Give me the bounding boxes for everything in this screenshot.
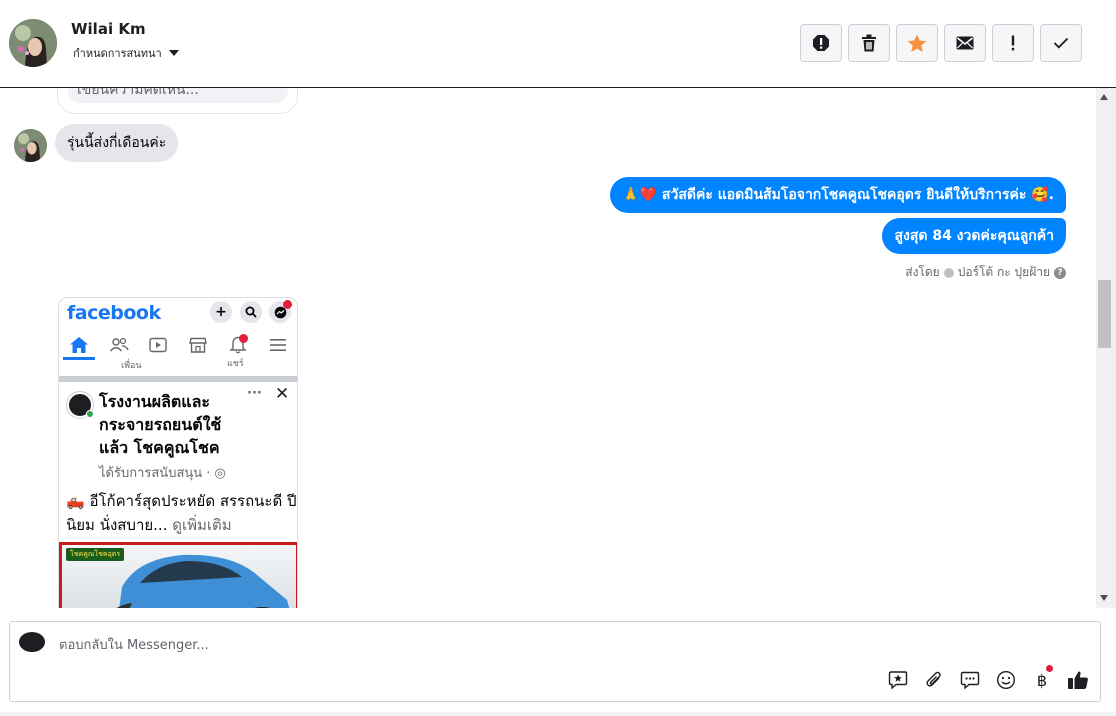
help-icon[interactable]: ? [1054, 266, 1066, 279]
emoji-button[interactable] [994, 668, 1018, 692]
scroll-up-arrow-icon[interactable] [1100, 94, 1108, 100]
check-icon [1053, 37, 1069, 49]
car-photo: โชคคูณโชคอุดร [59, 542, 297, 608]
search-icon [240, 301, 262, 323]
feed-divider [59, 376, 297, 382]
notification-badge [239, 334, 248, 343]
see-more-link: ดูเพิ่มเติม [172, 516, 232, 534]
home-icon [70, 337, 88, 353]
active-tab-indicator [63, 357, 95, 360]
thumbs-up-icon [1068, 671, 1088, 689]
exclamation-icon [1011, 35, 1015, 51]
facebook-nav-bar [59, 332, 297, 360]
marketplace-icon [189, 337, 207, 353]
post-page-name: โรงงานผลิตและกระจายรถยนต์ใช้แล้ว โชคคูณโ… [99, 392, 222, 457]
cut-nav-label: เพื่อน [121, 361, 142, 371]
reply-composer: ฿ [9, 621, 1101, 702]
outgoing-message[interactable]: สูงสุด 84 งวดค่ะคุณลูกค้า [882, 218, 1066, 254]
video-icon [149, 337, 167, 353]
quick-reply-button[interactable] [958, 668, 982, 692]
scroll-thumb[interactable] [1098, 280, 1111, 348]
sponsored-label: ได้รับการสนับสนุน · ◎ [99, 466, 226, 481]
payment-button[interactable]: ฿ [1030, 665, 1054, 692]
send-like-button[interactable] [1066, 668, 1090, 692]
conversation-header: Wilai Km กำหนดการสนทนา [0, 0, 1116, 88]
contact-avatar[interactable] [9, 19, 57, 67]
contact-name[interactable]: Wilai Km [71, 20, 146, 38]
star-button[interactable] [896, 24, 938, 62]
cut-nav-label: แชร์ [227, 359, 244, 369]
paperclip-icon [926, 671, 941, 687]
incoming-message[interactable]: รุ่นนี้ส่งกี่เดือนค่ะ [55, 124, 179, 162]
assign-conversation-dropdown[interactable]: กำหนดการสนทนา [73, 44, 179, 62]
follow-up-button[interactable] [992, 24, 1034, 62]
mail-icon [956, 36, 974, 50]
comment-input[interactable]: เขียนความคิดเห็น... [68, 88, 288, 103]
saved-replies-button[interactable] [886, 668, 910, 692]
menu-icon [270, 339, 286, 351]
assign-label: กำหนดการสนทนา [73, 47, 162, 60]
smiley-icon [996, 670, 1016, 690]
scroll-down-arrow-icon[interactable] [1100, 595, 1108, 601]
post-text: 🛻 อีโก้คาร์สุดประหยัด สรรถนะดี ปีนิยม นั… [66, 489, 297, 537]
more-options-icon: ··· [247, 386, 262, 401]
bottom-border [0, 712, 1116, 716]
comment-card: เขียนความคิดเห็น... [57, 88, 298, 114]
attach-file-button[interactable] [922, 668, 946, 692]
facebook-logo: facebook [67, 302, 161, 324]
car-photo-label: โชคคูณโชคอุดร [66, 548, 125, 561]
sent-by-label: ส่งโดย [905, 265, 940, 279]
page-avatar [19, 632, 45, 652]
baht-icon: ฿ [1036, 670, 1048, 690]
mark-done-button[interactable] [1040, 24, 1082, 62]
outgoing-message[interactable]: 🙏❤️ สวัสดีค่ะ แอดมินส้มโอจากโชคคูณโชคอุด… [610, 177, 1066, 213]
verified-icon [943, 267, 954, 278]
sender-avatar [14, 129, 47, 162]
shared-image-attachment[interactable]: facebook + เพื่อน แชร์ โรงงานผลิตและกระจ… [58, 297, 298, 608]
message-scrollbar[interactable] [1096, 88, 1116, 608]
reply-input[interactable] [59, 635, 659, 655]
chat-bubble-icon [960, 671, 980, 690]
delete-button[interactable] [848, 24, 890, 62]
alert-circle-icon [813, 35, 829, 51]
mark-unread-button[interactable] [944, 24, 986, 62]
online-indicator [86, 410, 94, 418]
sender-name: ปอร์โต้ กะ ปุยฝ้าย [957, 265, 1050, 279]
trash-icon [862, 34, 876, 52]
plus-icon: + [210, 301, 232, 323]
messenger-badge [283, 300, 292, 309]
message-list[interactable]: เขียนความคิดเห็น... รุ่นนี้ส่งกี่เดือนค่… [0, 88, 1096, 608]
chat-star-icon [888, 671, 908, 690]
chevron-down-icon [168, 50, 179, 56]
close-icon: ✕ [275, 384, 290, 404]
messenger-inbox: Wilai Km กำหนดการสนทนา เขียนความคิดเห็น.… [0, 0, 1116, 716]
spam-button[interactable] [800, 24, 842, 62]
star-icon [907, 34, 927, 52]
friends-icon [109, 337, 129, 352]
sent-by-info: ส่งโดย ปอร์โต้ กะ ปุยฝ้าย ? [905, 263, 1066, 282]
new-feature-badge [1046, 665, 1053, 672]
